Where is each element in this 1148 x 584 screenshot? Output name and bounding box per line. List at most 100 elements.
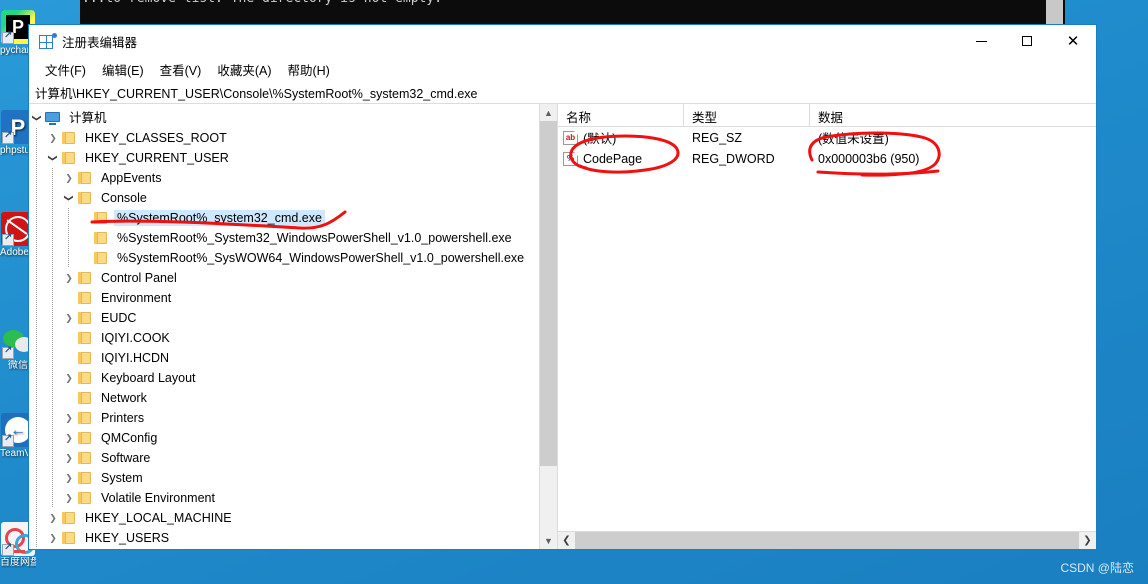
folder-icon (77, 271, 93, 285)
tree-item-label: Keyboard Layout (101, 371, 196, 385)
chevron-right-icon[interactable]: ❯ (61, 370, 77, 386)
tree-indent-guide (29, 368, 45, 388)
computer-icon (45, 111, 61, 125)
chevron-down-icon[interactable]: ❯ (45, 150, 61, 166)
tree-indent-guide (29, 388, 45, 408)
tree-item-label: HKEY_LOCAL_MACHINE (85, 511, 232, 525)
column-header-type[interactable]: 类型 (684, 104, 810, 126)
tree-item[interactable]: ❯ HKEY_USERS (29, 528, 539, 548)
value-row[interactable]: % CodePage REG_DWORD 0x000003b6 (950) (558, 148, 1096, 169)
tree-item[interactable]: ❯ AppEvents (29, 168, 539, 188)
tree-indent-guide (29, 508, 45, 528)
chevron-right-icon[interactable]: ❯ (61, 410, 77, 426)
tree-item-label: HKEY_CURRENT_USER (85, 151, 229, 165)
tree-item[interactable]: ❯ Printers (29, 408, 539, 428)
tree-item[interactable]: ❯ 计算机 (29, 108, 539, 128)
tree-indent-guide (45, 428, 61, 448)
scroll-left-icon[interactable]: ❮ (558, 532, 575, 549)
chevron-right-icon[interactable]: ❯ (61, 490, 77, 506)
chevron-right-icon[interactable]: ❯ (61, 310, 77, 326)
tree-item[interactable]: IQIYI.HCDN (29, 348, 539, 368)
maximize-button[interactable] (1004, 25, 1050, 57)
tree-item[interactable]: %SystemRoot%_SysWOW64_WindowsPowerShell_… (29, 248, 539, 268)
tree-item[interactable]: ❯ HKEY_CURRENT_USER (29, 148, 539, 168)
tree-indent-guide (45, 348, 61, 368)
console-window[interactable]: ...to remove list: The directory is not … (80, 0, 1046, 26)
tree-item[interactable]: %SystemRoot%_system32_cmd.exe (29, 208, 539, 228)
tree-item[interactable]: ❯ HKEY_CLASSES_ROOT (29, 128, 539, 148)
tree-item[interactable]: Environment (29, 288, 539, 308)
tree-item[interactable]: ❯ Keyboard Layout (29, 368, 539, 388)
values-list[interactable]: ab (默认) REG_SZ (数值未设置)% CodePage REG_DWORD 0x0… (558, 127, 1096, 531)
value-row[interactable]: ab (默认) REG_SZ (数值未设置) (558, 127, 1096, 148)
tree-item[interactable]: ❯ Volatile Environment (29, 488, 539, 508)
console-output-line: ...to remove list: The directory is not … (82, 0, 442, 6)
tree-item[interactable]: %SystemRoot%_System32_WindowsPowerShell_… (29, 228, 539, 248)
folder-icon (93, 231, 109, 245)
folder-icon (77, 431, 93, 445)
chevron-right-icon[interactable]: ❯ (45, 510, 61, 526)
tree-indent-guide (45, 368, 61, 388)
dword-value-icon: % (563, 151, 578, 166)
tree-indent-guide (29, 308, 45, 328)
close-button[interactable]: ✕ (1050, 25, 1096, 57)
values-scroll-track[interactable] (575, 532, 1079, 549)
tree-scroll-thumb[interactable] (540, 121, 557, 467)
chevron-right-icon[interactable]: ❯ (61, 430, 77, 446)
value-type: REG_DWORD (692, 151, 775, 166)
tree-indent-guide (29, 148, 45, 168)
scroll-up-icon[interactable]: ▲ (540, 104, 557, 121)
tree-item[interactable]: Network (29, 388, 539, 408)
tree-item[interactable]: ❯ System (29, 468, 539, 488)
tree-item[interactable]: ❯ EUDC (29, 308, 539, 328)
menu-edit[interactable]: 编辑(E) (94, 58, 152, 81)
menu-help[interactable]: 帮助(H) (279, 58, 337, 81)
menu-file[interactable]: 文件(F) (37, 58, 94, 81)
scroll-down-icon[interactable]: ▼ (540, 532, 557, 549)
tree-indent-guide (45, 228, 61, 248)
folder-icon (93, 251, 109, 265)
tree-indent-guide (45, 448, 61, 468)
values-scroll-thumb[interactable] (575, 532, 1079, 549)
tree-item[interactable]: IQIYI.COOK (29, 328, 539, 348)
chevron-right-icon[interactable]: ❯ (61, 470, 77, 486)
column-header-data[interactable]: 数据 (810, 104, 1096, 126)
folder-icon (61, 131, 77, 145)
chevron-right-icon[interactable]: ❯ (61, 270, 77, 286)
tree-indent-guide (29, 408, 45, 428)
chevron-right-icon[interactable]: ❯ (45, 130, 61, 146)
folder-icon (77, 371, 93, 385)
menu-view[interactable]: 查看(V) (152, 58, 210, 81)
tree-vertical-scrollbar[interactable]: ▲ ▼ (539, 104, 557, 549)
address-bar[interactable]: 计算机\HKEY_CURRENT_USER\Console\%SystemRoo… (29, 81, 1096, 104)
console-scrollbar[interactable] (1046, 0, 1063, 26)
tree-item[interactable]: ❯ HKEY_LOCAL_MACHINE (29, 508, 539, 528)
minimize-button[interactable] (958, 25, 1004, 57)
chevron-right-icon[interactable]: ❯ (45, 530, 61, 546)
folder-icon (77, 471, 93, 485)
folder-icon (61, 531, 77, 545)
registry-tree[interactable]: ❯ 计算机 ❯ HKEY_CLASSES_ROOT ❯ HKEY_CURRENT_USER… (29, 104, 539, 549)
window-controls: ✕ (958, 25, 1096, 57)
values-horizontal-scrollbar[interactable]: ❮ ❯ (558, 531, 1096, 549)
menu-favorites[interactable]: 收藏夹(A) (209, 58, 279, 81)
watermark: CSDN @陆恋 (1060, 561, 1134, 575)
tree-indent-guide (61, 248, 77, 268)
column-header-name[interactable]: 名称 (558, 104, 684, 126)
tree-scroll-track[interactable] (540, 121, 557, 532)
tree-indent-guide (45, 188, 61, 208)
title-bar[interactable]: 注册表编辑器 ✕ (29, 25, 1096, 57)
tree-indent-guide (45, 208, 61, 228)
chevron-right-icon[interactable]: ❯ (61, 450, 77, 466)
scroll-right-icon[interactable]: ❯ (1079, 532, 1096, 549)
tree-item[interactable]: ❯ Control Panel (29, 268, 539, 288)
tree-item[interactable]: ❯ QMConfig (29, 428, 539, 448)
tree-item-label: Environment (101, 291, 172, 305)
tree-item[interactable]: ❯ Console (29, 188, 539, 208)
chevron-right-icon[interactable]: ❯ (61, 170, 77, 186)
chevron-down-icon[interactable]: ❯ (29, 110, 45, 126)
tree-item[interactable]: ❯ Software (29, 448, 539, 468)
chevron-down-icon[interactable]: ❯ (61, 190, 77, 206)
tree-indent-guide (29, 128, 45, 148)
